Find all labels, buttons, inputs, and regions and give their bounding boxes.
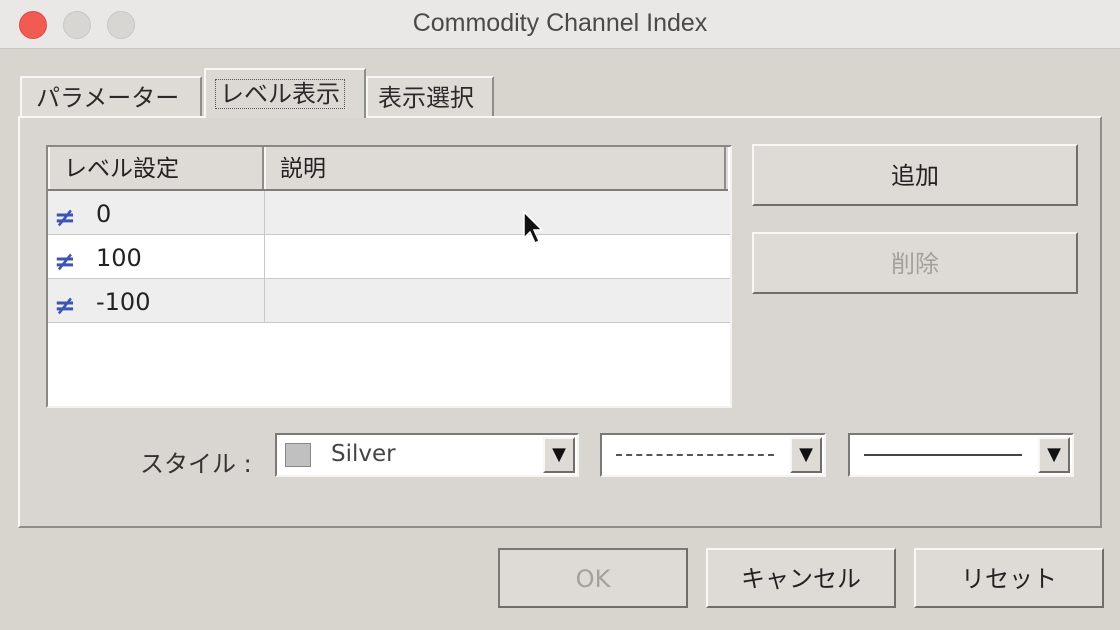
level-value: -100 (96, 288, 151, 316)
level-cell[interactable]: ≠ -100 (48, 279, 265, 323)
tab-parameters[interactable]: パラメーター (20, 76, 202, 116)
description-cell[interactable] (265, 235, 729, 279)
dashed-line-icon (616, 454, 774, 456)
levels-table-header: レベル設定 説明 (48, 147, 728, 191)
dialog-window: Commodity Channel Index パラメーター レベル表示 表示選… (0, 0, 1120, 630)
title-bar: Commodity Channel Index (0, 0, 1120, 49)
description-cell[interactable] (265, 279, 729, 323)
tab-level-display[interactable]: レベル表示 (204, 68, 366, 118)
dropdown-arrow-icon[interactable]: ▼ (790, 437, 822, 473)
cancel-button[interactable]: キャンセル (706, 548, 896, 608)
tab-display-selection-label: 表示選択 (378, 84, 474, 112)
table-row[interactable]: ≠ -100 (48, 279, 730, 323)
line-style-select[interactable]: ▼ (600, 433, 826, 477)
level-value: 0 (96, 200, 112, 228)
description-cell[interactable] (265, 191, 729, 235)
levels-table[interactable]: レベル設定 説明 ≠ 0 ≠ 100 ≠ -100 (46, 145, 732, 408)
add-level-button[interactable]: 追加 (752, 144, 1078, 206)
ok-button[interactable]: OK (498, 548, 688, 608)
delete-level-button[interactable]: 削除 (752, 232, 1078, 294)
tab-display-selection[interactable]: 表示選択 (366, 76, 494, 116)
line-color-value: Silver (331, 441, 396, 467)
column-header-level[interactable]: レベル設定 (48, 147, 264, 189)
table-row[interactable]: ≠ 100 (48, 235, 730, 279)
not-equal-icon: ≠ (54, 291, 76, 321)
level-cell[interactable]: ≠ 0 (48, 191, 265, 235)
tab-level-display-label: レベル表示 (215, 79, 345, 109)
line-width-select[interactable]: ▼ (848, 433, 1074, 477)
style-label: スタイル : (140, 450, 252, 478)
solid-line-icon (864, 454, 1022, 456)
level-value: 100 (96, 244, 142, 272)
column-header-description[interactable]: 説明 (264, 147, 726, 189)
color-swatch (285, 443, 311, 467)
dropdown-arrow-icon[interactable]: ▼ (1038, 437, 1070, 473)
mouse-pointer-icon (523, 210, 544, 245)
window-title: Commodity Channel Index (412, 9, 708, 37)
line-color-select[interactable]: Silver ▼ (275, 433, 579, 477)
dropdown-arrow-icon[interactable]: ▼ (543, 437, 575, 473)
reset-button[interactable]: リセット (914, 548, 1104, 608)
tab-parameters-label: パラメーター (36, 84, 180, 112)
level-cell[interactable]: ≠ 100 (48, 235, 265, 279)
table-row[interactable]: ≠ 0 (48, 191, 730, 235)
